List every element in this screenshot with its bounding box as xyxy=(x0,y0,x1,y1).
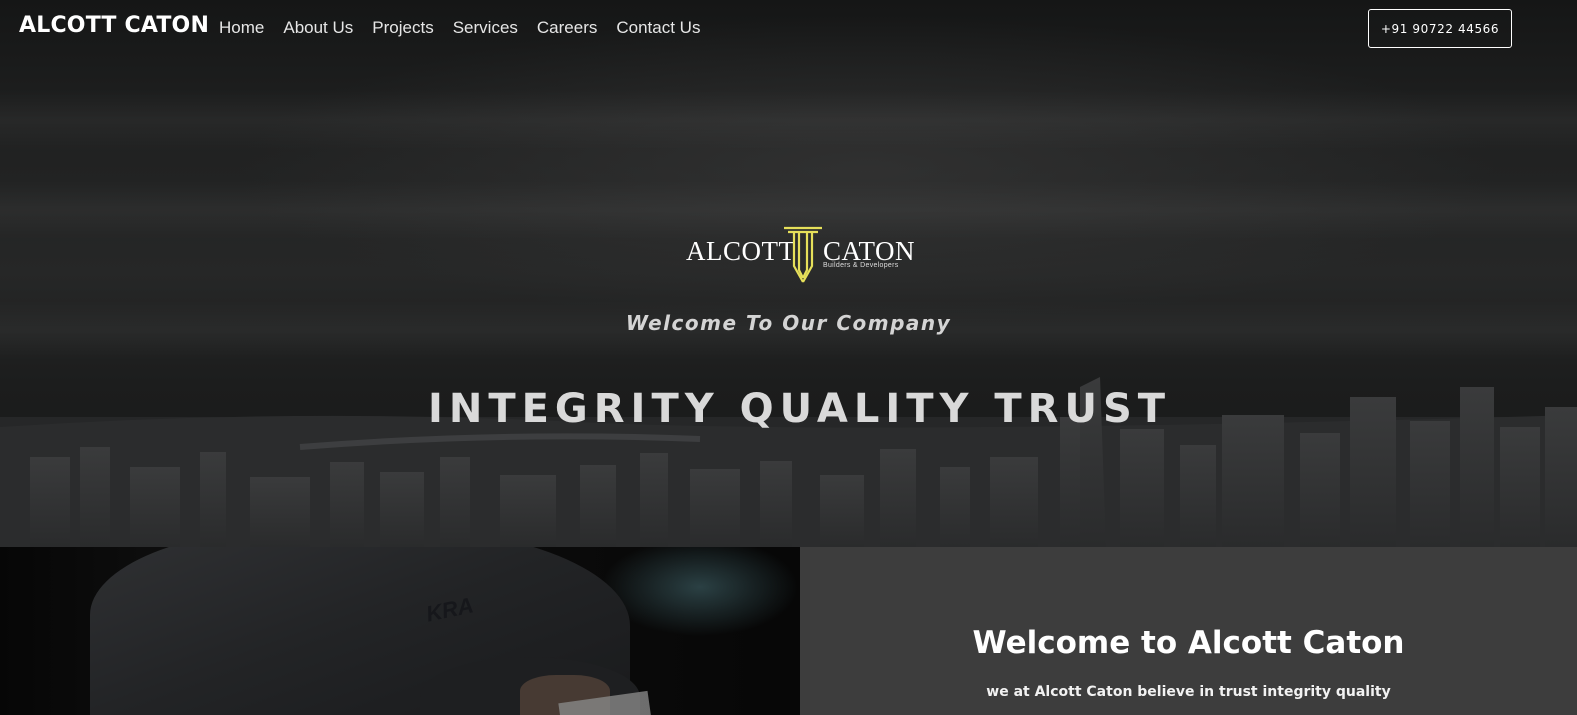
nav-careers[interactable]: Careers xyxy=(537,18,597,38)
welcome-heading: Welcome to Alcott Caton xyxy=(972,625,1405,661)
photo-overlay xyxy=(0,547,800,715)
hero-tagline: INTEGRITY QUALITY TRUST xyxy=(427,386,1172,432)
company-logo: ALCOTT CATON Builders & Developers xyxy=(686,226,916,288)
cloud-band xyxy=(0,90,1577,150)
nav-services[interactable]: Services xyxy=(453,18,518,38)
team-photo: KRA xyxy=(0,547,800,715)
hero-welcome-text: Welcome To Our Company xyxy=(625,311,952,335)
logo-word-alcott: ALCOTT xyxy=(686,236,796,266)
hero-section: ALCOTT CATON Home About Us Projects Serv… xyxy=(0,0,1577,547)
nav-contact-us[interactable]: Contact Us xyxy=(616,18,700,38)
main-menu: Home About Us Projects Services Careers … xyxy=(219,18,719,38)
nav-projects[interactable]: Projects xyxy=(372,18,433,38)
logo-subtitle: Builders & Developers xyxy=(823,262,899,269)
welcome-panel: Welcome to Alcott Caton we at Alcott Cat… xyxy=(800,547,1577,715)
nav-home[interactable]: Home xyxy=(219,18,264,38)
pillar-logo-icon xyxy=(784,226,822,283)
phone-button[interactable]: +91 90722 44566 xyxy=(1368,9,1512,48)
brand-logo-text[interactable]: ALCOTT CATON xyxy=(19,13,209,38)
nav-about-us[interactable]: About Us xyxy=(283,18,353,38)
welcome-paragraph: we at Alcott Caton believe in trust inte… xyxy=(986,684,1391,700)
top-navbar: ALCOTT CATON Home About Us Projects Serv… xyxy=(0,0,1577,58)
